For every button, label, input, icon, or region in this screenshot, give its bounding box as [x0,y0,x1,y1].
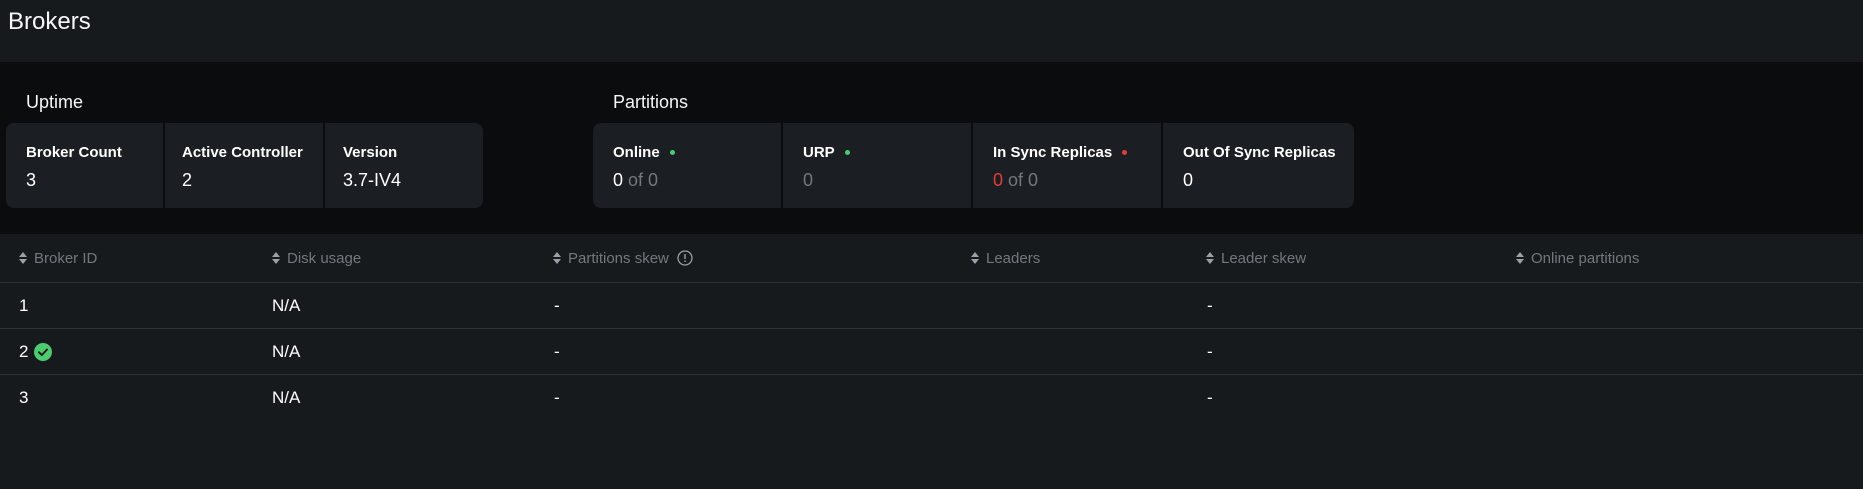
partitions-cards: Online 0 of 0 URP 0 In Sync Replicas 0 o… [593,123,1354,208]
broker-id-link[interactable]: 2 [19,342,28,362]
status-dot-icon [1122,150,1128,155]
leader-skew-cell: - [1207,295,1213,315]
sort-icon [19,252,27,264]
partitions-skew-cell: - [554,295,560,315]
column-header-leaders[interactable]: Leaders [970,234,1040,282]
card-of-text: of 0 [628,170,659,190]
sort-icon [272,252,280,264]
card-of-text: of 0 [1008,170,1039,190]
partitions-skew-cell: - [554,341,560,361]
status-dot-icon [844,150,850,155]
broker-id-link[interactable]: 1 [19,296,28,316]
table-row[interactable]: 2 N/A - - [0,329,1863,375]
info-icon[interactable] [677,250,693,266]
column-header-label: Partitions skew [568,249,669,267]
urp-card: URP 0 [783,123,971,208]
card-value: 0 [993,170,1004,190]
online-card: Online 0 of 0 [593,123,781,208]
page-title: Brokers [8,8,91,35]
broker-id-link[interactable]: 3 [19,388,28,408]
card-label: URP [803,144,835,161]
card-label: Online [613,144,660,161]
card-value: 2 [182,170,193,190]
card-value: 3 [26,170,37,190]
card-label: Out Of Sync Replicas [1183,144,1336,161]
table-header: Broker ID Disk usage Partitions skew Lea… [0,234,1863,283]
table-row[interactable]: 1 N/A - - [0,283,1863,329]
column-header-label: Leaders [986,249,1041,267]
disk-usage-cell: N/A [272,387,301,407]
card-label: Active Controller [182,144,303,161]
leader-skew-cell: - [1207,341,1213,361]
card-label: Version [343,144,398,161]
column-header-online-partitions[interactable]: Online partitions [1515,234,1639,282]
card-label: In Sync Replicas [993,144,1113,161]
status-dot-icon [669,150,675,155]
column-header-label: Disk usage [287,249,362,267]
partitions-skew-cell: - [554,387,560,407]
card-value: 3.7-IV4 [343,170,402,190]
column-header-label: Online partitions [1531,249,1640,267]
column-header-label: Leader skew [1221,249,1307,267]
sort-icon [971,252,979,264]
column-header-partitions-skew[interactable]: Partitions skew [552,234,693,282]
uptime-cards: Broker Count 3 Active Controller 2 Versi… [6,123,483,208]
check-circle-icon [34,342,53,361]
column-header-leader-skew[interactable]: Leader skew [1205,234,1306,282]
card-value: 0 [803,170,814,190]
leader-skew-cell: - [1207,387,1213,407]
out-of-sync-replicas-card: Out Of Sync Replicas 0 [1163,123,1354,208]
card-value: 0 [613,170,624,190]
disk-usage-cell: N/A [272,341,301,361]
column-header-label: Broker ID [34,249,98,267]
broker-count-card: Broker Count 3 [6,123,163,208]
version-card: Version 3.7-IV4 [325,123,483,208]
active-controller-card: Active Controller 2 [165,123,323,208]
sort-icon [553,252,561,264]
table-row[interactable]: 3 N/A - - [0,375,1863,420]
partitions-title: Partitions [613,92,689,112]
sort-icon [1206,252,1214,264]
column-header-broker-id[interactable]: Broker ID [18,234,97,282]
uptime-title: Uptime [26,92,84,112]
column-header-disk-usage[interactable]: Disk usage [271,234,361,282]
disk-usage-cell: N/A [272,295,301,315]
card-label: Broker Count [26,144,122,161]
sort-icon [1516,252,1524,264]
card-value: 0 [1183,170,1194,190]
metrics-band: Uptime Broker Count 3 Active Controller … [0,62,1863,234]
brokers-table: Broker ID Disk usage Partitions skew Lea… [0,234,1863,420]
in-sync-replicas-card: In Sync Replicas 0 of 0 [973,123,1161,208]
